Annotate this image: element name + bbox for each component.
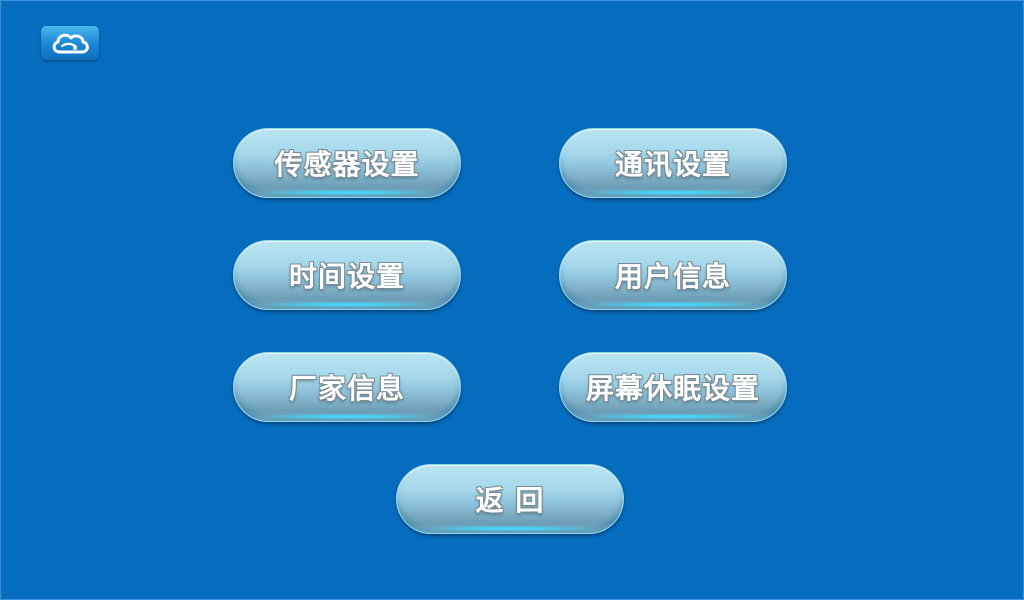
- time-settings-label: 时间设置: [288, 260, 405, 293]
- vendor-info-button[interactable]: 厂家信息: [233, 352, 461, 422]
- comm-settings-label: 通讯设置: [614, 148, 731, 181]
- settings-screen: 传感器设置 通讯设置 时间设置 用户信息 厂家信息 屏幕休眠设置 返 回: [0, 0, 1024, 600]
- vendor-info-label: 厂家信息: [288, 372, 405, 405]
- back-label: 返 回: [475, 484, 545, 517]
- comm-settings-button[interactable]: 通讯设置: [559, 128, 787, 198]
- user-info-button[interactable]: 用户信息: [559, 240, 787, 310]
- user-info-label: 用户信息: [614, 260, 731, 293]
- back-button[interactable]: 返 回: [396, 464, 624, 534]
- screen-sleep-settings-label: 屏幕休眠设置: [585, 372, 760, 405]
- sensor-settings-label: 传感器设置: [274, 148, 420, 181]
- time-settings-button[interactable]: 时间设置: [233, 240, 461, 310]
- cloud-icon: [52, 33, 89, 54]
- screen-sleep-settings-button[interactable]: 屏幕休眠设置: [559, 352, 787, 422]
- cloud-logo-button[interactable]: [41, 26, 99, 60]
- sensor-settings-button[interactable]: 传感器设置: [233, 128, 461, 198]
